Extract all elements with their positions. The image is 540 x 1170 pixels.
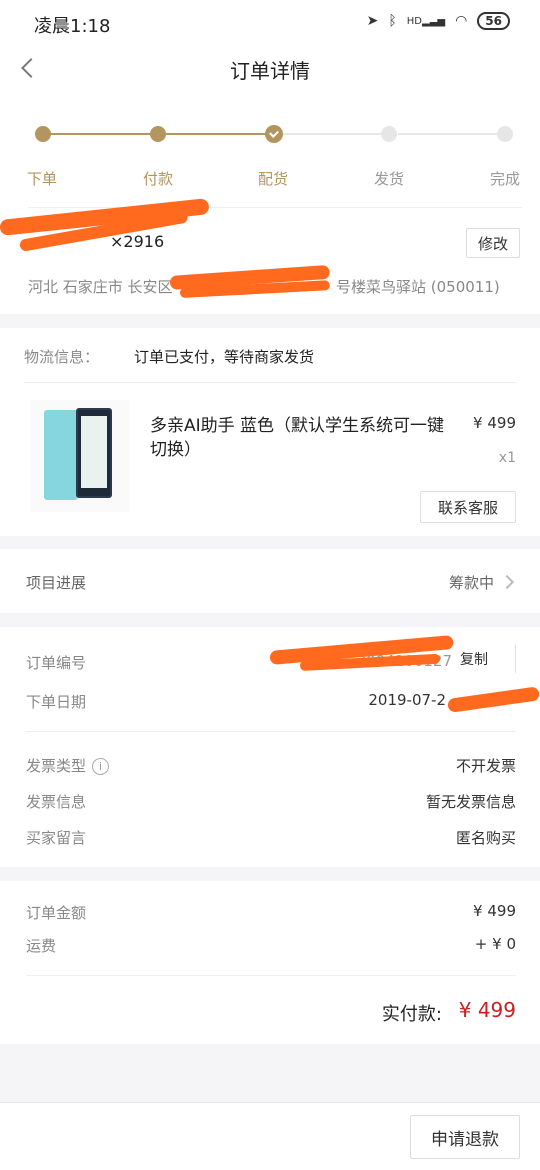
invoice-info-value: 暂无发票信息 xyxy=(425,793,516,811)
step-label: 下单 xyxy=(27,170,58,188)
step-dot-ship xyxy=(381,126,397,142)
step-label: 配货 xyxy=(258,170,289,188)
recipient-phone: ×2916 xyxy=(110,232,165,251)
contact-service-button[interactable]: 联系客服 xyxy=(420,491,516,523)
step-label: 付款 xyxy=(143,170,174,188)
bluetooth-icon: ᛒ xyxy=(388,13,397,29)
invoice-type-label: 发票类型 i xyxy=(26,755,110,776)
info-icon[interactable]: i xyxy=(92,758,110,775)
order-date-value: 2019-07-2 xyxy=(368,691,446,709)
order-info-card: 订单编号 3004200127 复制 下单日期 2019-07-2 发票类型i … xyxy=(0,627,540,867)
step-connector xyxy=(282,133,382,135)
modify-address-button[interactable]: 修改 xyxy=(466,228,520,258)
step-label: 完成 xyxy=(490,170,521,188)
product-price: ¥ 499 xyxy=(473,414,516,432)
logistics-label: 物流信息： xyxy=(24,348,100,366)
chevron-right-icon xyxy=(499,574,515,590)
step-connector xyxy=(50,133,150,135)
request-refund-button[interactable]: 申请退款 xyxy=(410,1115,520,1159)
logistics-card: 物流信息： 订单已支付，等待商家发货 多亲AI助手 蓝色（默认学生系统可一键切换… xyxy=(0,328,540,536)
divider xyxy=(28,207,522,208)
progress-value: 筹款中 xyxy=(448,574,494,592)
progress-label: 项目进展 xyxy=(26,574,87,592)
status-bar: 凌晨1:18 ➤ ᛒ HD▂▃▅ ◠ 56 xyxy=(0,0,540,48)
step-dot-prepare xyxy=(265,125,283,143)
product-image[interactable] xyxy=(30,400,130,512)
order-date-label: 下单日期 xyxy=(26,693,87,711)
step-connector xyxy=(398,133,498,135)
page-title: 订单详情 xyxy=(230,59,310,83)
order-progress-card: 下单 付款 配货 发货 完成 ×2916 修改 河北 石家庄市 长安区 号楼菜鸟… xyxy=(0,92,540,314)
location-icon: ➤ xyxy=(366,13,379,29)
step-dot-order xyxy=(35,126,51,142)
wifi-icon: ◠ xyxy=(455,13,468,29)
shipping-label: 运费 xyxy=(26,937,57,955)
address-detail: 号楼菜鸟驿站 (050011) xyxy=(336,278,500,296)
logistics-status: 订单已支付，等待商家发货 xyxy=(134,348,315,366)
invoice-type-value: 不开发票 xyxy=(455,757,516,775)
phone-back-illustration xyxy=(44,410,78,500)
invoice-info-label: 发票信息 xyxy=(26,793,87,811)
battery-icon: 56 xyxy=(477,12,510,30)
product-quantity: x1 xyxy=(498,450,516,466)
order-number-label: 订单编号 xyxy=(26,654,87,672)
signal-icon: HD▂▃▅ xyxy=(406,15,446,27)
paid-value: ¥ 499 xyxy=(458,998,516,1022)
redaction-mark xyxy=(447,686,540,713)
product-name[interactable]: 多亲AI助手 蓝色（默认学生系统可一键切换） xyxy=(150,414,460,462)
project-progress-row[interactable]: 项目进展 筹款中 xyxy=(0,549,540,613)
paid-label: 实付款: xyxy=(381,1004,442,1025)
step-indicator: 下单 付款 配货 发货 完成 xyxy=(0,116,540,188)
buyer-message-value: 匿名购买 xyxy=(455,829,516,847)
status-icons: ➤ ᛒ HD▂▃▅ ◠ 56 xyxy=(367,12,510,30)
order-amount-label: 订单金额 xyxy=(26,904,87,922)
bottom-action-bar: 申请退款 xyxy=(0,1102,540,1170)
amount-card: 订单金额 ¥ 499 运费 + ¥ 0 实付款: ¥ 499 xyxy=(0,881,540,1044)
buyer-message-label: 买家留言 xyxy=(26,829,87,847)
divider xyxy=(26,975,516,976)
copy-order-number-button[interactable]: 复制 xyxy=(460,645,516,673)
step-connector xyxy=(166,133,266,135)
address-line: 河北 石家庄市 长安区 号楼菜鸟驿站 (050011) xyxy=(28,276,500,297)
nav-bar: 订单详情 xyxy=(0,48,540,92)
order-amount-value: ¥ 499 xyxy=(473,902,516,920)
step-dot-pay xyxy=(150,126,166,142)
phone-front-illustration xyxy=(76,408,112,498)
step-dot-complete xyxy=(497,126,513,142)
step-label: 发货 xyxy=(374,170,405,188)
divider xyxy=(26,731,516,732)
shipping-value: + ¥ 0 xyxy=(474,935,516,953)
divider xyxy=(24,382,516,383)
address-region: 河北 石家庄市 长安区 xyxy=(28,278,173,296)
status-time: 凌晨1:18 xyxy=(34,16,111,37)
